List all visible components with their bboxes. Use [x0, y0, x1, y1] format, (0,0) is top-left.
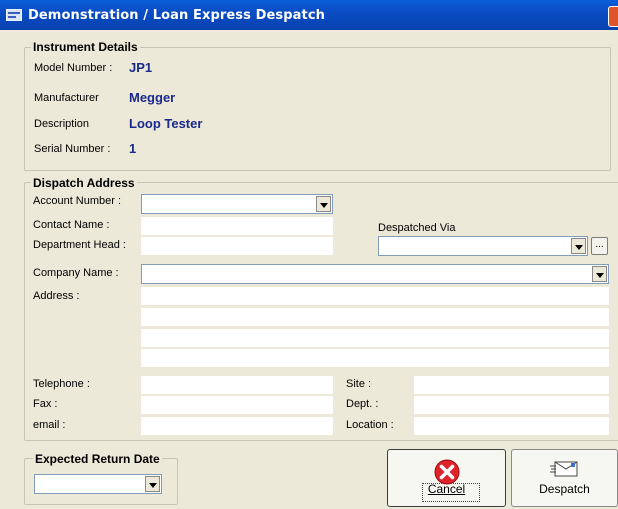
email-field[interactable]	[141, 417, 333, 435]
cancel-button[interactable]: Cancel	[387, 449, 506, 507]
account-number-label: Account Number :	[33, 195, 122, 207]
company-name-combo[interactable]	[141, 264, 609, 284]
address-label: Address :	[33, 290, 80, 302]
chevron-down-icon[interactable]	[571, 238, 586, 254]
address-line-3[interactable]	[141, 329, 609, 347]
window-title: Demonstration / Loan Express Despatch	[28, 8, 325, 23]
title-bar[interactable]: Demonstration / Loan Express Despatch	[0, 0, 618, 30]
address-line-4[interactable]	[141, 349, 609, 367]
despatch-button-label: Despatch	[539, 482, 590, 496]
fax-label: Fax :	[33, 398, 58, 410]
instrument-details-legend: Instrument Details	[31, 40, 140, 54]
expected-return-date-combo[interactable]	[34, 474, 162, 494]
contact-name-field[interactable]	[141, 217, 333, 235]
address-line-2[interactable]	[141, 308, 609, 326]
cancel-button-label: Cancel	[427, 482, 466, 496]
chevron-down-icon[interactable]	[316, 196, 331, 212]
serial-number-label: Serial Number :	[34, 143, 111, 155]
window-icon	[5, 8, 23, 22]
despatch-button[interactable]: Despatch	[511, 449, 618, 507]
dept-label: Dept. :	[346, 398, 379, 410]
address-line-1[interactable]	[141, 287, 609, 305]
fax-field[interactable]	[141, 396, 333, 414]
manufacturer-label: Manufacturer	[34, 92, 99, 104]
telephone-field[interactable]	[141, 376, 333, 394]
department-head-field[interactable]	[141, 237, 333, 255]
company-name-label: Company Name :	[33, 267, 119, 279]
description-value: Loop Tester	[129, 116, 203, 131]
department-head-label: Department Head :	[33, 239, 126, 251]
model-number-label: Model Number :	[34, 62, 113, 74]
dept-field[interactable]	[414, 396, 609, 414]
chevron-down-icon[interactable]	[592, 266, 607, 282]
email-label: email :	[33, 419, 66, 431]
telephone-label: Telephone :	[33, 378, 90, 390]
envelope-icon	[549, 458, 580, 483]
contact-name-label: Contact Name :	[33, 219, 110, 231]
dispatch-address-legend: Dispatch Address	[31, 176, 137, 190]
manufacturer-value: Megger	[129, 90, 176, 105]
location-label: Location :	[346, 419, 394, 431]
location-field[interactable]	[414, 417, 609, 435]
site-label: Site :	[346, 378, 372, 390]
despatched-via-label: Despatched Via	[378, 222, 456, 234]
account-number-combo[interactable]	[141, 194, 333, 214]
serial-number-value: 1	[129, 141, 137, 156]
model-number-value: JP1	[129, 60, 153, 75]
site-field[interactable]	[414, 376, 609, 394]
despatched-via-combo[interactable]	[378, 236, 588, 256]
expected-return-date-legend: Expected Return Date	[33, 452, 162, 466]
description-label: Description	[34, 118, 90, 130]
close-icon[interactable]	[608, 6, 618, 27]
chevron-down-icon[interactable]	[145, 476, 160, 492]
browse-despatch-button[interactable]: ...	[591, 237, 608, 255]
